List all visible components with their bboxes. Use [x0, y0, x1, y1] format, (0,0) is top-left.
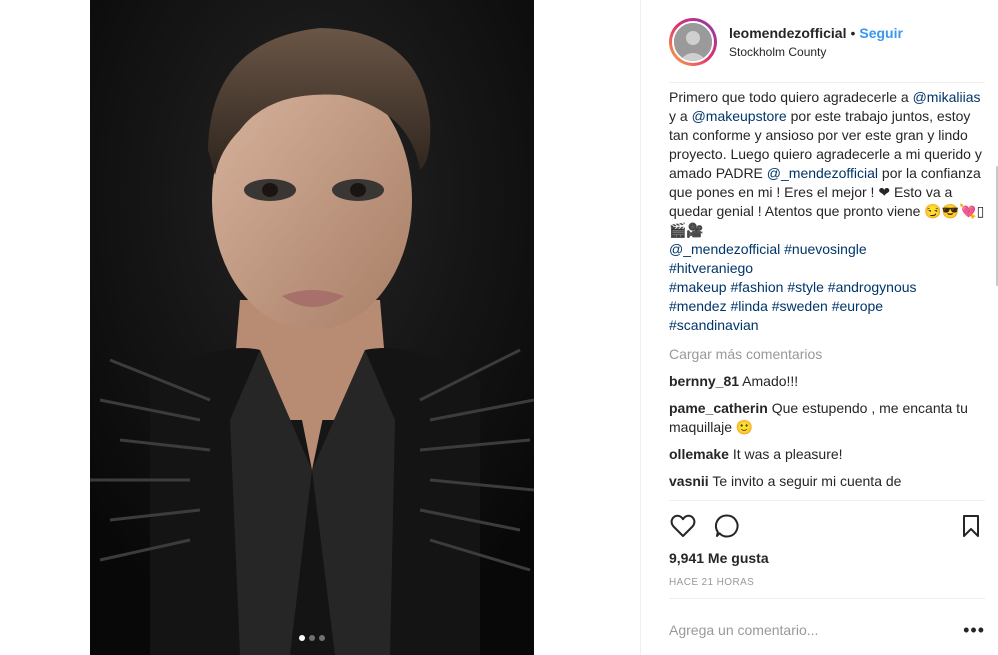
load-more-comments-button[interactable]: Cargar más comentarios [669, 345, 985, 364]
comment-item: vasnii Te invito a seguir mi cuenta de [669, 472, 985, 491]
caption-link[interactable]: @makeupstore [692, 108, 787, 124]
add-comment-form: ••• [669, 612, 985, 648]
comment-item: bernny_81 Amado!!! [669, 372, 985, 391]
caption-link[interactable]: #fashion [730, 279, 783, 295]
comment-icon[interactable] [713, 512, 741, 540]
caption-link[interactable]: #scandinavian [669, 317, 759, 333]
avatar-image [674, 23, 712, 61]
carousel-indicator [90, 635, 534, 641]
caption-link[interactable]: #androgynous [828, 279, 917, 295]
caption-link[interactable]: @mikaliias [913, 89, 981, 105]
more-options-icon[interactable]: ••• [963, 620, 985, 641]
comment-text: Amado!!! [742, 373, 799, 389]
post-author-username[interactable]: leomendezofficial [729, 25, 846, 41]
post-timestamp[interactable]: HACE 21 HORAS [669, 577, 754, 588]
caption-link[interactable]: #europe [832, 298, 883, 314]
like-count[interactable]: 9,941 Me gusta [669, 550, 769, 566]
caption-link[interactable]: #style [787, 279, 824, 295]
comment-username[interactable]: vasnii [669, 473, 709, 489]
comment-username[interactable]: pame_catherin [669, 400, 768, 416]
caption-text: y a [669, 108, 692, 124]
caption-link[interactable]: #mendez [669, 298, 727, 314]
caption-link[interactable]: @_mendezofficial [669, 241, 780, 257]
portrait-illustration [90, 0, 534, 655]
header-separator: • [850, 25, 856, 41]
post-caption: Primero que todo quiero agradecerle a @m… [669, 88, 985, 335]
comment-item: pame_catherin Que estupendo , me encanta… [669, 399, 985, 437]
comment-divider [669, 598, 985, 599]
carousel-dot[interactable] [309, 635, 315, 641]
carousel-dot[interactable] [319, 635, 325, 641]
avatar-story-ring[interactable] [669, 18, 717, 66]
caption-link[interactable]: #linda [730, 298, 767, 314]
caption-link[interactable]: #sweden [772, 298, 828, 314]
bookmark-icon[interactable] [957, 512, 985, 540]
actions-divider [669, 500, 985, 501]
heart-icon[interactable] [669, 512, 697, 540]
post-media-area [0, 0, 640, 655]
caption-link[interactable]: @_mendezofficial [767, 165, 878, 181]
post-photo[interactable] [90, 0, 534, 655]
comment-item: ollemake It was a pleasure! [669, 445, 985, 464]
comment-list: bernny_81 Amado!!! pame_catherin Que estu… [669, 372, 985, 491]
caption-link[interactable]: #makeup [669, 279, 727, 295]
carousel-dot[interactable] [299, 635, 305, 641]
avatar[interactable] [672, 21, 714, 63]
post-header: leomendezofficial • Seguir Stockholm Count… [669, 14, 989, 70]
comment-username[interactable]: ollemake [669, 446, 729, 462]
header-divider [669, 82, 985, 83]
follow-button[interactable]: Seguir [859, 25, 903, 41]
comments-section[interactable]: Primero que todo quiero agradecerle a @m… [669, 86, 985, 498]
caption-link[interactable]: #hitveraniego [669, 260, 753, 276]
post-location[interactable]: Stockholm County [729, 45, 903, 59]
post-side-panel: leomendezofficial • Seguir Stockholm Count… [640, 0, 998, 655]
action-bar [669, 510, 985, 542]
comment-input[interactable] [669, 622, 964, 638]
caption-link[interactable]: #nuevosingle [784, 241, 867, 257]
caption-text: Primero que todo quiero agradecerle a [669, 89, 913, 105]
comment-text: Te invito a seguir mi cuenta de [712, 473, 902, 489]
comment-username[interactable]: bernny_81 [669, 373, 739, 389]
comment-text: It was a pleasure! [732, 446, 843, 462]
